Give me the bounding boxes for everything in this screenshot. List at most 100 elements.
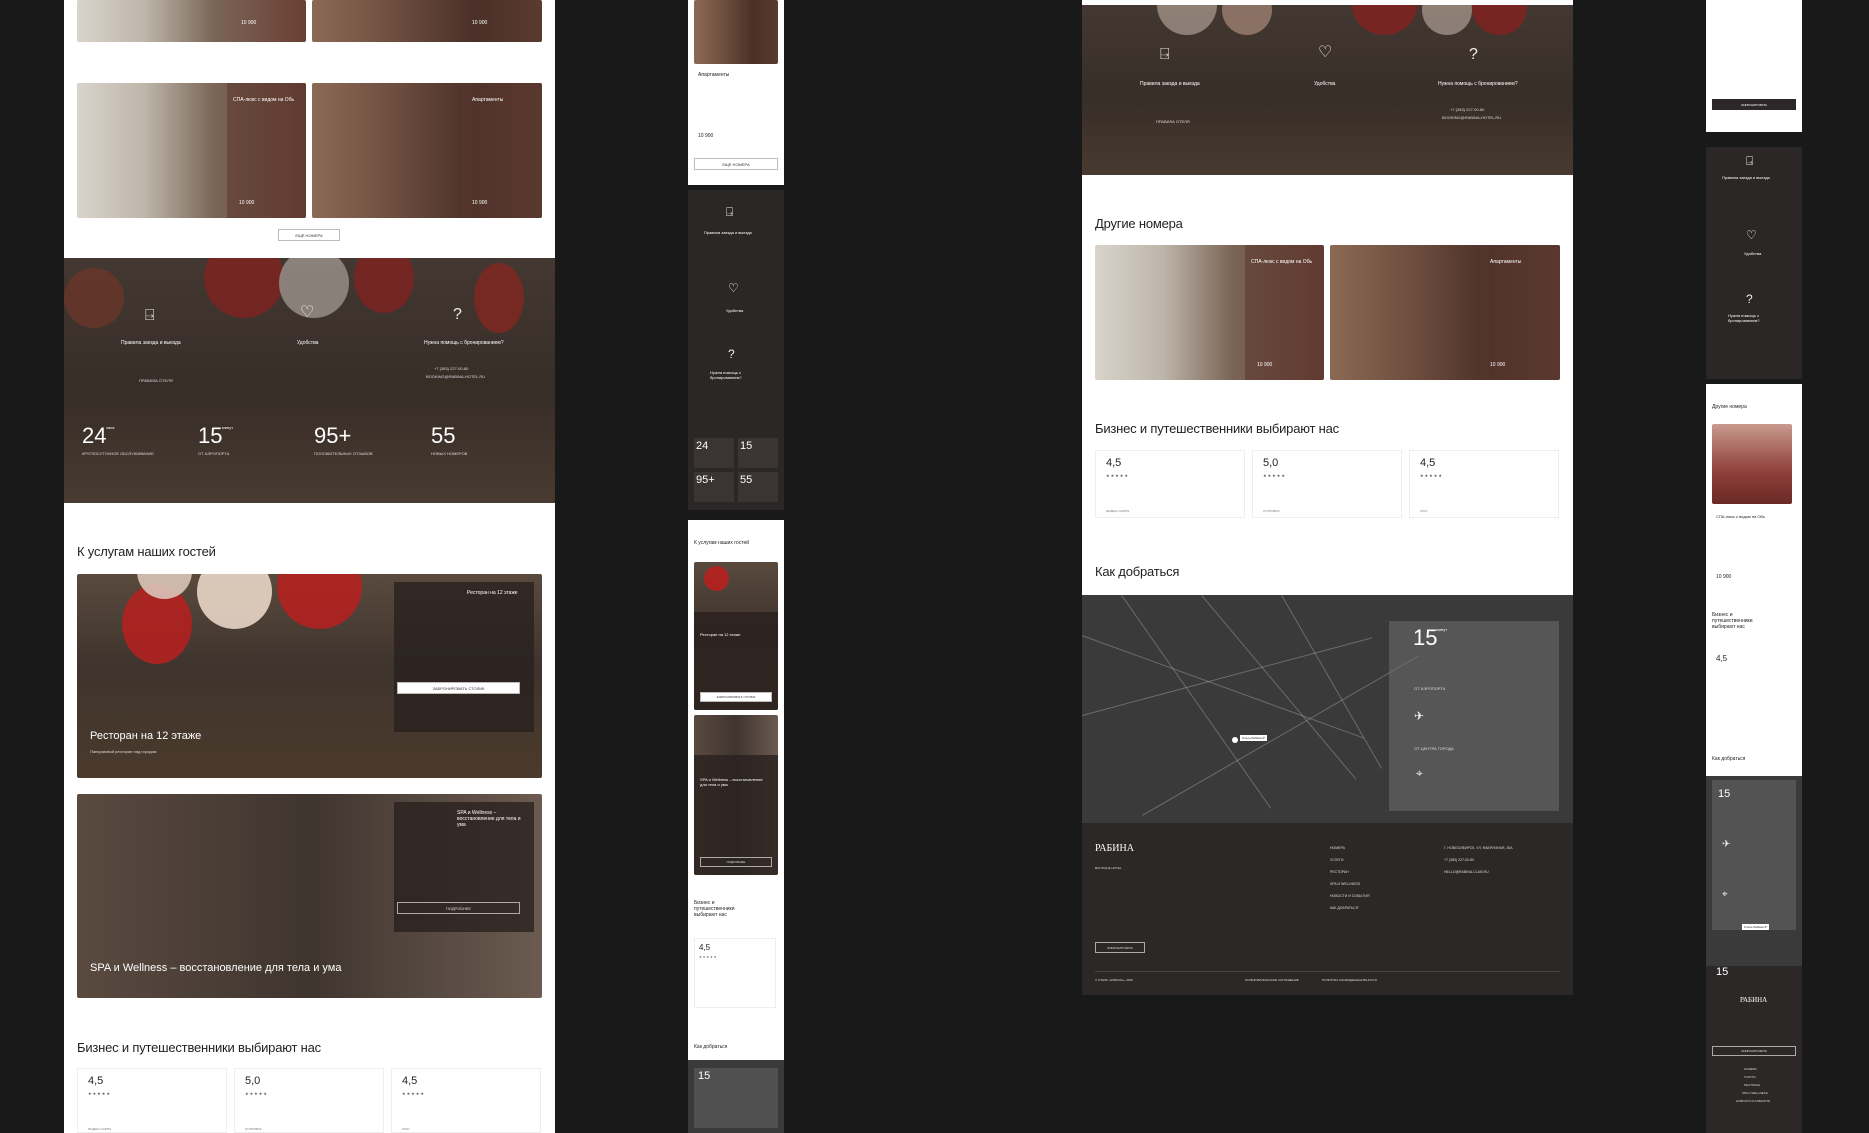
mobile-room-title: СПА-люкс с видом на Обь: [1716, 514, 1765, 519]
mobile-restaurant-card[interactable]: Ресторан на 12 этаже ЗАБРОНИРОВАТЬ СТОЛИ…: [694, 562, 778, 710]
room-card-spa-lux[interactable]: СПА-люкс с видом на Обь 10 900: [77, 83, 306, 218]
reviews-heading: Бизнес и путешественники выбирают нас: [77, 1040, 321, 1055]
footer-phone[interactable]: +7 (383) 227-00-80: [1444, 857, 1513, 863]
help-phone[interactable]: +7 (383) 227-00-80: [1450, 107, 1484, 113]
mobile-details-button[interactable]: ПОДРОБНЕЕ: [700, 857, 772, 867]
question-circle-icon: ?: [453, 306, 462, 323]
mobile-review-score: 4,5: [1716, 654, 1728, 663]
mobile-book-table-button[interactable]: ЗАБРОНИРОВАТЬ СТОЛИК: [700, 692, 772, 702]
directions-heading: Как добраться: [1095, 564, 1180, 579]
footer-book-button[interactable]: ЗАБРОНИРОВАТЬ: [1095, 942, 1145, 953]
mobile-page-1: Апартаменты 10 900 ЕЩЁ НОМЕРА ⍈ Правила …: [688, 0, 784, 1133]
services-heading: К услугам наших гостей: [77, 544, 216, 559]
mobile-directions-heading: Как добраться: [694, 1044, 728, 1050]
desktop-page-right: ⍈ ♡ ? Правила заезда и выезда Удобства Н…: [1082, 0, 1573, 995]
restaurant-title: Ресторан на 12 этаже: [467, 590, 518, 596]
amenities-title: Удобства: [1314, 81, 1336, 87]
room-price: 10 900: [472, 200, 488, 206]
footer-logo[interactable]: РАБИНА: [1095, 843, 1134, 854]
footer-nav-item[interactable]: КАК ДОБРАТЬСЯ: [1330, 905, 1369, 911]
door-exit-icon: ⍈: [726, 205, 734, 219]
hand-heart-icon: ♡: [1746, 228, 1757, 242]
footer-nav: НОМЕРА УСЛУГИ РЕСТОРАН SPA И WELLNESS НО…: [1330, 845, 1369, 911]
hand-heart-icon: ♡: [728, 281, 739, 295]
map-pin[interactable]: [1232, 737, 1238, 743]
mobile-reviews-heading: Бизнес и путешественники выбирают нас: [1712, 612, 1753, 630]
rules-title: Правила заезда и выезда: [121, 340, 181, 346]
mobile-rules-title: Правила заезда и выезда: [1722, 175, 1770, 180]
footer-email[interactable]: HELLO@RABINA-CLUB.RU: [1444, 869, 1513, 875]
help-phone[interactable]: +7 (383) 227-00-80: [434, 366, 468, 372]
mobile-spa-card[interactable]: SPA и Wellness – восстановление для тела…: [694, 715, 778, 875]
mobile-amenities-title: Удобства: [1744, 251, 1762, 256]
mobile-reviews-heading: Бизнес и путешественники выбирают нас: [694, 900, 735, 918]
footer-nav-item[interactable]: НОМЕРА: [1330, 845, 1369, 851]
room-price: 10 900: [241, 20, 257, 26]
review-card-3: 4,5 ★★★★★ 2ГИС: [1409, 450, 1559, 518]
design-canvas: 10 900 10 900 СПА-люкс с видом на Обь 10…: [0, 0, 1869, 1133]
mobile-footer-nav-item[interactable]: РЕСТОРАН: [1744, 1082, 1760, 1088]
mobile-footer-minutes: 15: [1716, 966, 1729, 978]
room-price: 10 900: [239, 200, 255, 206]
mobile-map-minutes: 15: [698, 1070, 711, 1082]
mobile-room-price: 10 900: [698, 133, 714, 139]
info-banner: ⍈ ♡ ? Правила заезда и выезда Удобства Н…: [64, 258, 555, 503]
mobile-room-title: Апартаменты: [698, 72, 730, 78]
mobile-room-price: 10 900: [1716, 574, 1732, 580]
help-email[interactable]: BOOKING@RABINA-HOTEL.RU: [1442, 115, 1501, 121]
help-email[interactable]: BOOKING@RABINA-HOTEL.RU: [426, 374, 485, 380]
map-pin-icon: ⌖: [1722, 889, 1728, 900]
review-card-2: 5,0 ★★★★★ ОСТРОВОК: [1252, 450, 1402, 518]
footer-address: Г. НОВОСИБИРСК, УЛ. ФАБРИЧНАЯ, 26А: [1444, 846, 1513, 850]
other-room-spa-lux[interactable]: СПА-люкс с видом на Обь 10 900: [1095, 245, 1324, 380]
mobile-review-card: 4,5 ★★★★★: [694, 938, 776, 1008]
mobile-footer-book-button[interactable]: ЗАБРОНИРОВАТЬ: [1712, 1046, 1796, 1056]
mobile-page-2: ЗАБРОНИРОВАТЬ ⍈ Правила заезда и выезда …: [1706, 0, 1802, 1133]
footer-contacts: Г. НОВОСИБИРСК, УЛ. ФАБРИЧНАЯ, 26А +7 (3…: [1444, 845, 1513, 875]
mobile-footer-logo[interactable]: РАБИНА: [1740, 996, 1767, 1004]
restaurant-card[interactable]: Ресторан на 12 этаже ЗАБРОНИРОВАТЬ СТОЛИ…: [77, 574, 542, 778]
rules-link[interactable]: ПРАВИЛА ОТЕЛЯ: [139, 378, 173, 384]
other-rooms-heading: Другие номера: [1095, 216, 1183, 231]
mobile-footer-nav-item[interactable]: НОМЕРА: [1744, 1066, 1757, 1072]
plane-icon: ✈: [1414, 709, 1425, 723]
amenities-title: Удобства: [297, 340, 319, 346]
mobile-help-title: Нужна помощь с бронированием?: [710, 370, 742, 380]
mobile-room-photo[interactable]: [694, 0, 778, 64]
footer-nav-item[interactable]: НОВОСТИ И СОБЫТИЯ: [1330, 893, 1369, 899]
review-card-1: 4,5 ★★★★★ ЯНДЕКС КАРТЫ: [77, 1068, 227, 1133]
spa-card[interactable]: SPA и Wellness – восстановление для тела…: [77, 794, 542, 998]
map[interactable]: Отель Рабина 4* 15 минут ОТ АЭРОПОРТА ✈ …: [1082, 595, 1573, 823]
room-card-title: Апартаменты: [1490, 259, 1522, 265]
footer-terms[interactable]: ПОЛЬЗОВАТЕЛЬСКОЕ СОГЛАШЕНИЕ: [1245, 977, 1299, 983]
room-card-top-2[interactable]: 10 900: [312, 0, 542, 42]
mobile-footer-nav-item[interactable]: SPA И WELLNESS: [1742, 1090, 1768, 1096]
footer-nav-item[interactable]: SPA И WELLNESS: [1330, 881, 1369, 887]
mobile-room-photo[interactable]: [1712, 424, 1792, 504]
mobile-help-title: Нужна помощь с бронированием?: [1728, 313, 1760, 323]
room-card-title: Апартаменты: [472, 97, 504, 103]
mobile-footer-nav-item[interactable]: НОВОСТИ И СОБЫТИЯ: [1736, 1098, 1770, 1104]
hand-heart-icon: ♡: [300, 304, 315, 321]
mobile-more-button[interactable]: ЕЩЁ НОМЕРА: [694, 158, 778, 170]
door-exit-icon: ⍈: [145, 307, 155, 324]
mobile-map-pin-label: Отель Рабина 4*: [1742, 924, 1770, 930]
question-circle-icon: ?: [728, 347, 735, 361]
door-exit-icon: ⍈: [1160, 46, 1170, 63]
more-rooms-button[interactable]: ЕЩЁ НОМЕРА: [278, 229, 340, 241]
footer-privacy[interactable]: ПОЛИТИКА КОНФИДЕНЦИАЛЬНОСТИ: [1322, 977, 1377, 983]
rules-link[interactable]: ПРАВИЛА ОТЕЛЯ: [1156, 119, 1190, 125]
mobile-footer-nav-item[interactable]: УСЛУГИ: [1744, 1074, 1756, 1080]
room-card-top-1[interactable]: 10 900: [77, 0, 306, 42]
other-room-apartments[interactable]: Апартаменты 10 900: [1330, 245, 1560, 380]
footer-nav-item[interactable]: УСЛУГИ: [1330, 857, 1369, 863]
help-title: Нужна помощь с бронированием?: [1438, 81, 1518, 87]
airport-label: ОТ АЭРОПОРТА: [1414, 686, 1446, 691]
mobile-directions-heading: Как добраться: [1712, 756, 1746, 762]
map-pin-label: Отель Рабина 4*: [1240, 735, 1268, 741]
mobile-book-button[interactable]: ЗАБРОНИРОВАТЬ: [1712, 99, 1796, 110]
restaurant-book-button[interactable]: ЗАБРОНИРОВАТЬ СТОЛИК: [397, 682, 520, 694]
spa-details-button[interactable]: ПОДРОБНЕЕ: [397, 902, 520, 914]
footer-nav-item[interactable]: РЕСТОРАН: [1330, 869, 1369, 875]
room-card-apartments[interactable]: Апартаменты 10 900: [312, 83, 542, 218]
